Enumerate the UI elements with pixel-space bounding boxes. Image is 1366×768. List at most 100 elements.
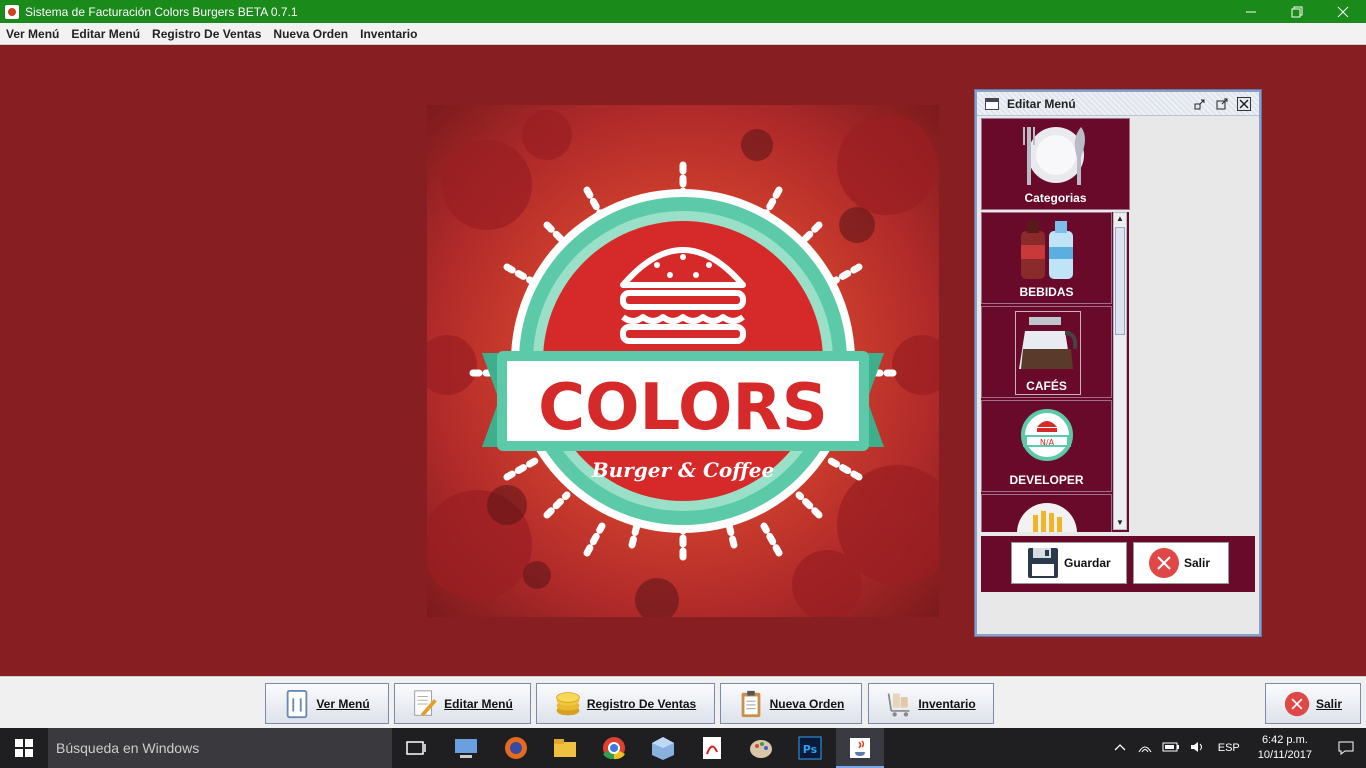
battery-icon[interactable] [1162, 742, 1180, 755]
maximize-icon [1216, 98, 1228, 109]
computer-icon[interactable] [452, 734, 480, 762]
language-indicator[interactable]: ESP [1218, 742, 1240, 754]
paint-palette-icon[interactable] [747, 734, 775, 762]
plate-cutlery-icon [1022, 127, 1085, 185]
category-list-scrollbar[interactable]: ▲ ▼ [1113, 212, 1127, 530]
colors-logo: COLORS Burger & Coffee [427, 105, 939, 617]
guardar-button[interactable]: Guardar [1011, 542, 1127, 584]
close-icon [1239, 98, 1249, 109]
edit-document-icon [414, 689, 437, 716]
toolbar-editar-menu-button[interactable]: Editar Menú [394, 683, 531, 724]
close-icon [1337, 6, 1349, 17]
categorias-label: Categorias [1024, 191, 1087, 205]
minimize-icon [1246, 11, 1256, 12]
restore-button[interactable] [1274, 0, 1320, 23]
task-view-icon[interactable] [402, 734, 430, 762]
toolbar-nueva-orden-label: Nueva Orden [769, 696, 845, 711]
editar-menu-titlebar[interactable]: Editar Menú [977, 92, 1259, 116]
java-icon [850, 738, 870, 758]
list-item-fries[interactable] [981, 494, 1112, 532]
taskbar-search-box[interactable]: Búsqueda en Windows [48, 728, 392, 768]
java-task-active[interactable] [836, 728, 884, 768]
category-list: BEBIDAS CAFÉS N/A DEVELOPER [981, 212, 1129, 532]
editar-menu-body: Categorias BEBIDAS CAFÉS N/A DEVELOPER ▲… [977, 116, 1259, 634]
menu-inventario[interactable]: Inventario [354, 23, 423, 45]
photoshop-icon[interactable]: Ps [796, 734, 824, 762]
chrome-icon[interactable] [600, 734, 628, 762]
editor-salir-label: Salir [1184, 556, 1211, 570]
logo-graphic: COLORS Burger & Coffee [427, 110, 939, 617]
start-button[interactable] [0, 728, 48, 768]
clock[interactable]: 6:42 p.m. 10/11/2017 [1258, 733, 1312, 763]
toolbar-ver-menu-button[interactable]: Ver Menú [265, 683, 389, 724]
logo-brand-text: COLORS [538, 371, 828, 445]
action-center-icon[interactable] [1326, 728, 1366, 768]
acrobat-icon[interactable] [698, 734, 726, 762]
toolbar-inventario-label: Inventario [918, 696, 976, 711]
burger-badge-icon: N/A [1020, 409, 1073, 461]
wifi-icon[interactable] [1138, 741, 1152, 756]
window-icon [985, 97, 999, 110]
window-title: Sistema de Facturación Colors Burgers BE… [25, 4, 298, 19]
list-item-developer[interactable]: N/A DEVELOPER [981, 400, 1112, 492]
menu-ver-menu[interactable]: Ver Menú [0, 23, 65, 45]
editor-salir-button[interactable]: Salir [1133, 542, 1229, 584]
scroll-down-icon[interactable]: ▼ [1114, 517, 1126, 529]
maximize-button[interactable] [1215, 97, 1229, 111]
soda-bottles-icon [1020, 221, 1073, 279]
desktop-pane: COLORS Burger & Coffee Editar Menú Categ… [0, 46, 1366, 676]
bottom-toolbar: Ver Menú Editar Menú Registro De Ventas … [0, 676, 1366, 728]
toolbar-registro-ventas-button[interactable]: Registro De Ventas [536, 683, 715, 724]
inventory-cart-icon [888, 692, 910, 717]
list-item-cafes[interactable]: CAFÉS [981, 306, 1112, 398]
list-item-label: DEVELOPER [1009, 473, 1084, 487]
volume-icon[interactable] [1190, 741, 1206, 756]
scroll-thumb[interactable] [1115, 227, 1125, 335]
restore-icon [1291, 6, 1303, 17]
svg-text:Ps: Ps [803, 743, 818, 756]
clock-time: 6:42 p.m. [1261, 734, 1308, 746]
windows-logo-icon [15, 739, 33, 757]
minimize-button[interactable] [1228, 0, 1274, 23]
categorias-button[interactable]: Categorias [981, 118, 1130, 210]
menu-bar: Ver Menú Editar Menú Registro De Ventas … [0, 23, 1366, 45]
fries-icon [1016, 503, 1077, 532]
editar-menu-window: Editar Menú Categorias BEBIDAS CAFÉS N/A… [975, 90, 1261, 636]
clock-date: 10/11/2017 [1257, 749, 1312, 761]
clipboard-icon [741, 690, 761, 717]
close-button[interactable] [1320, 0, 1366, 23]
list-item-label: BEBIDAS [1019, 285, 1074, 299]
floppy-disk-icon [1028, 548, 1058, 578]
menu-editar-menu[interactable]: Editar Menú [65, 23, 146, 45]
title-bar: Sistema de Facturación Colors Burgers BE… [0, 0, 1366, 23]
toolbar-salir-label: Salir [1315, 696, 1342, 711]
menu-card-icon [287, 689, 308, 718]
coins-icon [556, 691, 580, 715]
toolbar-salir-button[interactable]: Salir [1265, 683, 1361, 724]
editor-button-bar: Guardar Salir [981, 536, 1255, 592]
tray-chevron-icon[interactable] [1114, 742, 1126, 754]
coffee-pot-icon [1018, 317, 1077, 369]
exit-icon [1284, 691, 1310, 716]
list-item-bebidas[interactable]: BEBIDAS [981, 212, 1112, 304]
guardar-label: Guardar [1064, 556, 1111, 570]
java-app-icon [5, 4, 19, 19]
menu-registro-de-ventas[interactable]: Registro De Ventas [146, 23, 267, 45]
toolbar-inventario-button[interactable]: Inventario [868, 683, 994, 724]
frame-close-button[interactable] [1237, 96, 1251, 111]
file-explorer-icon[interactable] [551, 734, 579, 762]
menu-nueva-orden[interactable]: Nueva Orden [267, 23, 354, 45]
scroll-up-icon[interactable]: ▲ [1114, 213, 1126, 225]
logo-tagline-text: Burger & Coffee [591, 458, 774, 482]
windows-taskbar: Búsqueda en Windows Ps ESP 6:42 p.m. 10/… [0, 728, 1366, 768]
iconify-button[interactable] [1193, 97, 1207, 111]
toolbar-nueva-orden-button[interactable]: Nueva Orden [720, 683, 862, 724]
toolbar-ver-menu-label: Ver Menú [316, 696, 370, 711]
firefox-icon[interactable] [502, 734, 530, 762]
virtualbox-icon[interactable] [649, 734, 677, 762]
exit-icon [1149, 548, 1179, 578]
iconify-icon [1194, 99, 1205, 109]
list-item-label: CAFÉS [1026, 379, 1067, 393]
svg-text:N/A: N/A [1039, 438, 1054, 447]
toolbar-registro-ventas-label: Registro De Ventas [586, 696, 697, 711]
